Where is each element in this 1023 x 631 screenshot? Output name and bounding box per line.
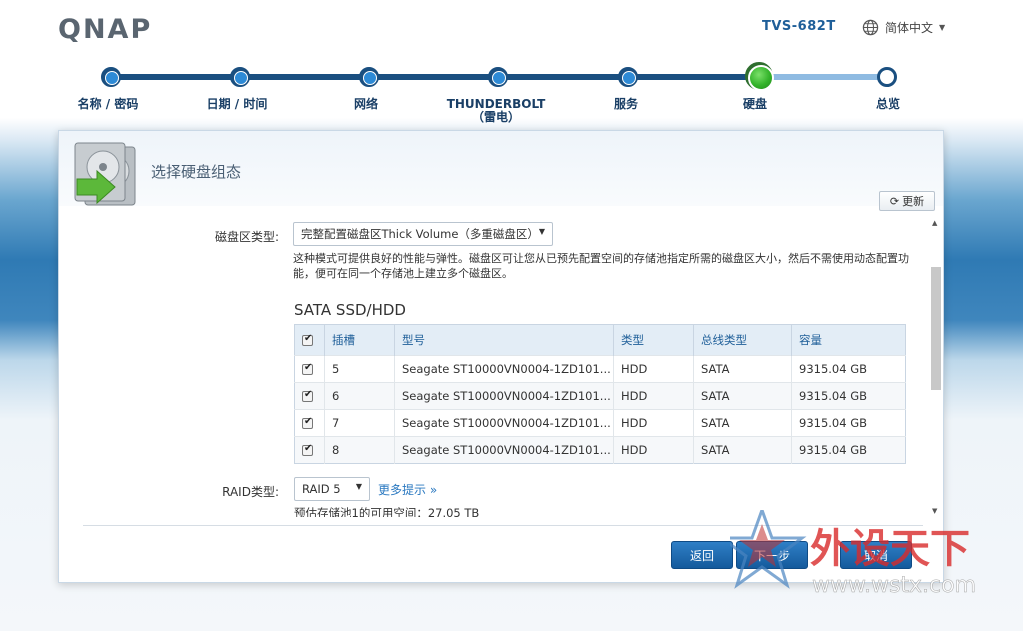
- wizard-step-7-marker: [877, 67, 897, 87]
- chevron-down-icon: ▼: [939, 23, 946, 32]
- wizard-panel: 选择硬盘组态 ⟳ 更新 ▲ ▼ 磁盘区类型: 完整配置磁盘区Thick Volu…: [58, 130, 944, 583]
- panel-scrollbar[interactable]: ▲ ▼: [930, 219, 942, 515]
- wizard-step-1-marker: [101, 67, 121, 87]
- scroll-up-icon[interactable]: ▲: [932, 219, 937, 227]
- capacity-cell: 9315.04 GB: [791, 355, 906, 383]
- row-checkbox[interactable]: [302, 443, 313, 456]
- language-selector[interactable]: 简体中文 ▼: [862, 19, 945, 36]
- qnap-logo: QNAP: [58, 14, 152, 42]
- column-header[interactable]: 类型: [613, 324, 694, 356]
- table-row[interactable]: 7 Seagate ST10000VN0004-1ZD101... HDD SA…: [294, 409, 906, 437]
- column-header[interactable]: 型号: [394, 324, 614, 356]
- wizard-step-label: THUNDERBOLT（雷电）: [446, 97, 546, 124]
- column-header[interactable]: 插槽: [324, 324, 395, 356]
- capacity-cell: 9315.04 GB: [791, 436, 906, 464]
- row-checkbox[interactable]: [302, 389, 313, 402]
- column-header[interactable]: 总线类型: [693, 324, 792, 356]
- model-cell: Seagate ST10000VN0004-1ZD101...: [394, 355, 614, 383]
- disk-table: 插槽 型号 类型 总线类型 容量 5 Seagate ST10000VN0004…: [294, 324, 906, 464]
- panel-title: 选择硬盘组态: [151, 163, 242, 181]
- wizard-step-label: 总览: [875, 97, 900, 111]
- chevron-down-icon: ▼: [538, 227, 545, 236]
- next-button[interactable]: 下一步: [736, 541, 808, 569]
- slot-cell: 7: [324, 409, 395, 437]
- type-cell: HDD: [613, 409, 694, 437]
- wizard-track-progress: [111, 74, 759, 80]
- language-label: 简体中文: [885, 21, 934, 35]
- globe-icon: [862, 19, 879, 36]
- scroll-down-icon[interactable]: ▼: [932, 507, 937, 515]
- wizard-step-2-marker: [230, 67, 250, 87]
- model-cell: Seagate ST10000VN0004-1ZD101...: [394, 436, 614, 464]
- wizard-step-label: 日期 / 时间: [206, 97, 268, 111]
- slot-cell: 8: [324, 436, 395, 464]
- estimated-capacity: 预估存储池1的可用空间：27.05 TB: [294, 506, 480, 517]
- wizard-step-label: 服务: [613, 97, 638, 111]
- refresh-icon: ⟳: [889, 194, 900, 208]
- scrollbar-thumb[interactable]: [931, 267, 941, 390]
- refresh-label: 更新: [902, 195, 925, 208]
- raid-type-label: RAID类型:: [222, 485, 279, 499]
- hard-disk-icon: [74, 142, 136, 206]
- wizard-step-6-marker-current: [745, 62, 774, 91]
- capacity-cell: 9315.04 GB: [791, 382, 906, 410]
- table-row[interactable]: 6 Seagate ST10000VN0004-1ZD101... HDD SA…: [294, 382, 906, 410]
- bus-cell: SATA: [693, 382, 792, 410]
- type-cell: HDD: [613, 436, 694, 464]
- footer-divider: [83, 525, 923, 526]
- cancel-button[interactable]: 取消: [840, 541, 912, 569]
- slot-cell: 5: [324, 355, 395, 383]
- bus-cell: SATA: [693, 436, 792, 464]
- bus-cell: SATA: [693, 355, 792, 383]
- slot-cell: 6: [324, 382, 395, 410]
- row-checkbox[interactable]: [302, 362, 313, 375]
- raid-type-value: RAID 5: [302, 482, 341, 496]
- device-model: TVS-682T: [762, 19, 836, 34]
- wizard-step-label: 名称 / 密码: [77, 97, 139, 111]
- wizard-step-3-marker: [359, 67, 379, 87]
- volume-type-label: 磁盘区类型:: [214, 230, 279, 244]
- back-button[interactable]: 返回: [671, 541, 733, 569]
- wizard-step-4-marker: [488, 67, 508, 87]
- more-tips-link[interactable]: 更多提示 »: [378, 481, 437, 498]
- chevron-down-icon: ▼: [355, 482, 362, 491]
- type-cell: HDD: [613, 355, 694, 383]
- volume-type-value: 完整配置磁盘区Thick Volume（多重磁盘区）: [301, 227, 539, 241]
- svg-text:QNAP: QNAP: [58, 14, 152, 42]
- wizard-step-label: 网络: [353, 97, 378, 111]
- raid-type-select[interactable]: RAID 5 ▼: [294, 477, 370, 501]
- model-cell: Seagate ST10000VN0004-1ZD101...: [394, 382, 614, 410]
- refresh-button[interactable]: ⟳ 更新: [879, 191, 935, 211]
- column-header[interactable]: 容量: [791, 324, 906, 356]
- model-cell: Seagate ST10000VN0004-1ZD101...: [394, 409, 614, 437]
- bus-cell: SATA: [693, 409, 792, 437]
- section-title: SATA SSD/HDD: [294, 301, 406, 319]
- type-cell: HDD: [613, 382, 694, 410]
- capacity-cell: 9315.04 GB: [791, 409, 906, 437]
- wizard-step-label: 硬盘: [742, 97, 767, 111]
- volume-type-description: 这种模式可提供良好的性能与弹性。磁盘区可让您从已预先配置空间的存储池指定所需的磁…: [293, 252, 909, 280]
- table-row[interactable]: 5 Seagate ST10000VN0004-1ZD101... HDD SA…: [294, 355, 906, 383]
- table-row[interactable]: 8 Seagate ST10000VN0004-1ZD101... HDD SA…: [294, 436, 906, 464]
- select-all-checkbox[interactable]: [302, 333, 313, 346]
- volume-type-select[interactable]: 完整配置磁盘区Thick Volume（多重磁盘区） ▼: [293, 222, 553, 246]
- wizard-step-5-marker: [618, 67, 638, 87]
- row-checkbox[interactable]: [302, 416, 313, 429]
